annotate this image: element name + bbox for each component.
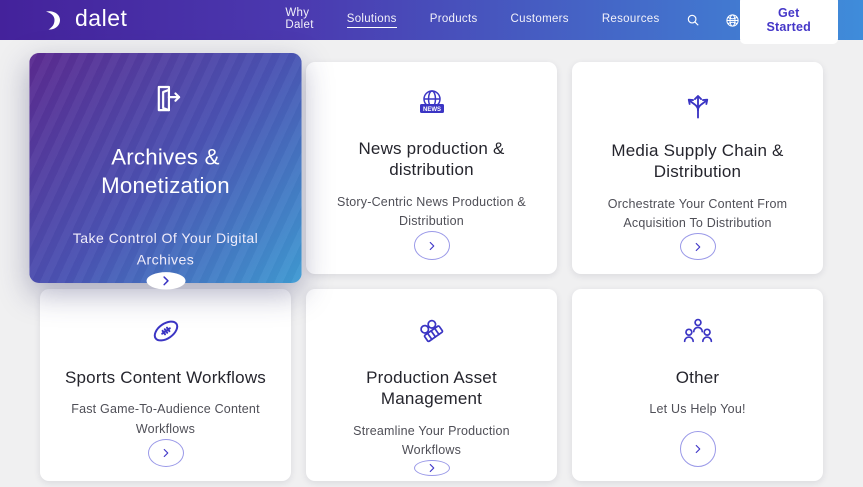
card-subtitle: Fast Game-To-Audience Content Workflows xyxy=(56,400,275,439)
nav-item-products[interactable]: Products xyxy=(430,13,478,28)
nav-item-resources[interactable]: Resources xyxy=(602,13,660,28)
logo-text: dalet xyxy=(75,7,127,33)
card-title: News production & distribution xyxy=(322,138,541,181)
solution-card-other[interactable]: Other Let Us Help You! xyxy=(572,289,823,481)
solutions-card-grid: Archives & Monetization Take Control Of … xyxy=(40,62,823,481)
card-title: Production Asset Management xyxy=(322,367,541,410)
people-group-icon xyxy=(681,315,715,347)
card-arrow-button[interactable] xyxy=(146,272,185,289)
news-desk-icon: NEWS xyxy=(415,88,449,118)
football-icon xyxy=(149,315,183,347)
card-title: Other xyxy=(676,367,720,388)
card-arrow-button[interactable] xyxy=(680,431,716,467)
solution-card-production-asset-management[interactable]: Production Asset Management Streamline Y… xyxy=(306,289,557,481)
nav-item-solutions[interactable]: Solutions xyxy=(347,13,397,28)
card-subtitle: Let Us Help You! xyxy=(649,400,745,419)
card-arrow-button[interactable] xyxy=(148,439,184,467)
solution-card-news-production[interactable]: NEWS News production & distribution Stor… xyxy=(306,62,557,274)
card-subtitle: Take Control Of Your Digital Archives xyxy=(47,228,285,272)
card-title: Media Supply Chain & Distribution xyxy=(588,140,807,183)
card-subtitle: Story-Centric News Production & Distribu… xyxy=(322,193,541,232)
dalet-logo[interactable]: dalet xyxy=(40,7,127,33)
card-arrow-button[interactable] xyxy=(680,233,716,260)
card-title: Sports Content Workflows xyxy=(65,367,266,388)
dalet-logo-icon xyxy=(40,7,66,33)
solution-card-media-supply-chain[interactable]: Media Supply Chain & Distribution Orches… xyxy=(572,62,823,274)
exit-door-icon xyxy=(148,81,183,116)
distribution-branches-icon xyxy=(683,88,713,120)
nav-icon-group xyxy=(686,13,740,28)
top-navbar: dalet Why Dalet Solutions Products Custo… xyxy=(0,0,863,40)
main-nav: Why Dalet Solutions Products Customers R… xyxy=(285,7,659,34)
solution-card-sports-content[interactable]: Sports Content Workflows Fast Game-To-Au… xyxy=(40,289,291,481)
card-subtitle: Orchestrate Your Content From Acquisitio… xyxy=(588,195,807,234)
card-subtitle: Streamline Your Production Workflows xyxy=(322,422,541,461)
nav-item-why-dalet[interactable]: Why Dalet xyxy=(285,7,313,34)
svg-text:NEWS: NEWS xyxy=(423,107,441,113)
solutions-mega-menu: Archives & Monetization Take Control Of … xyxy=(0,40,863,487)
solution-card-archives-monetization[interactable]: Archives & Monetization Take Control Of … xyxy=(29,53,301,283)
card-arrow-button[interactable] xyxy=(414,460,450,476)
get-started-button[interactable]: Get Started xyxy=(740,0,838,44)
film-production-icon xyxy=(414,315,450,347)
search-icon[interactable] xyxy=(686,13,700,27)
card-arrow-button[interactable] xyxy=(414,231,450,260)
globe-icon[interactable] xyxy=(725,13,740,28)
nav-item-customers[interactable]: Customers xyxy=(511,13,569,28)
card-title: Archives & Monetization xyxy=(47,144,285,200)
